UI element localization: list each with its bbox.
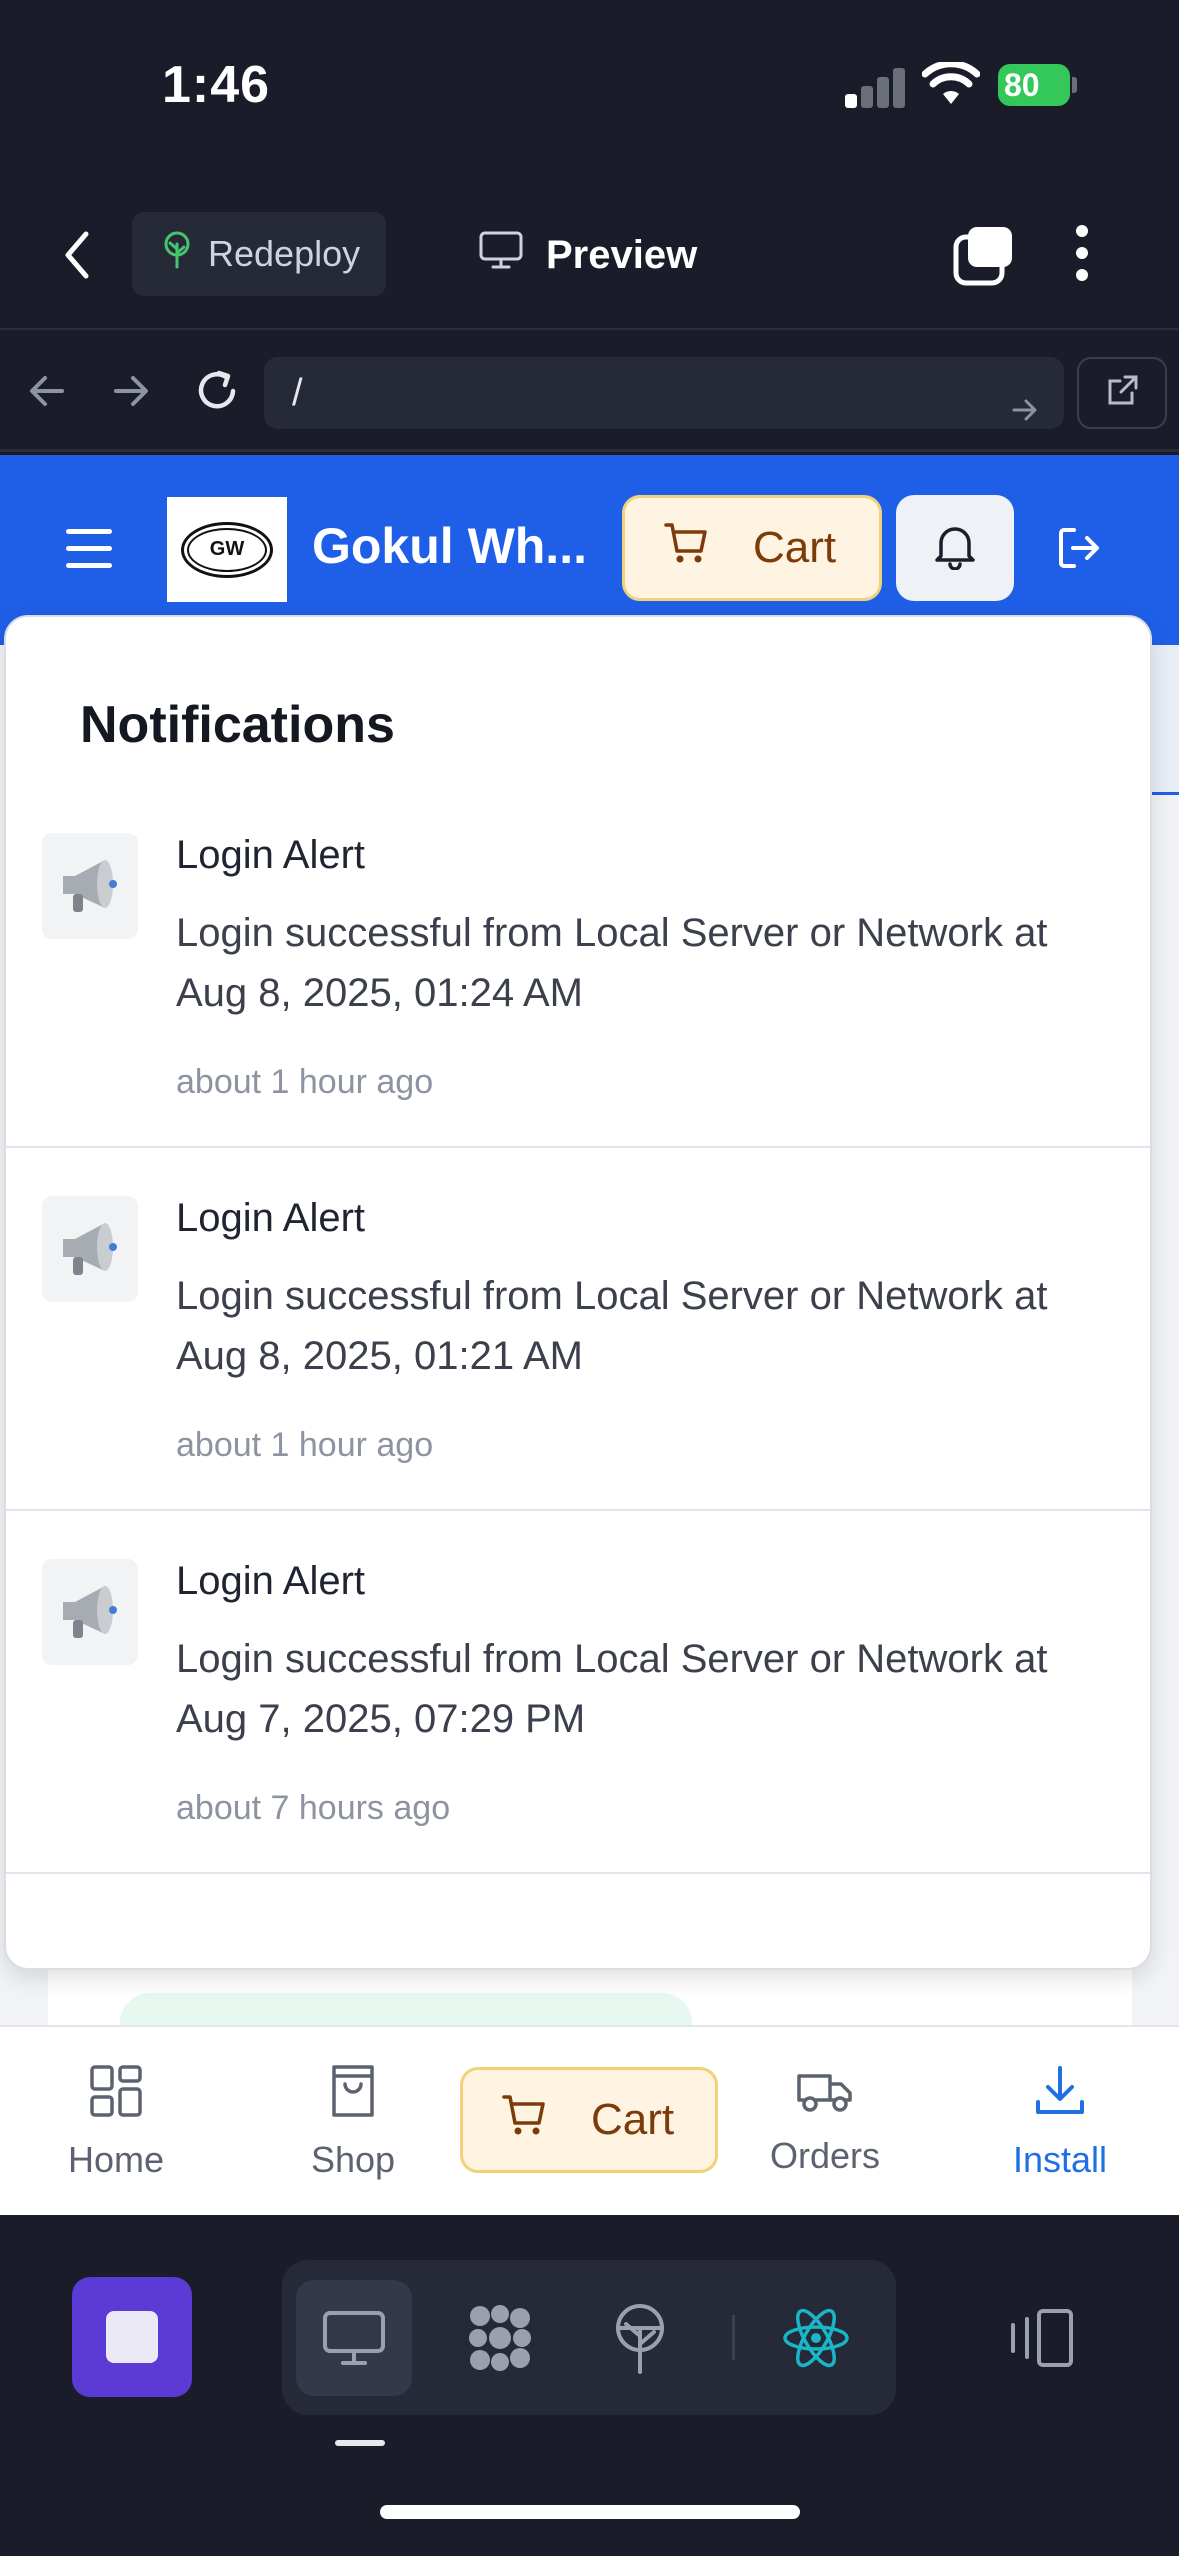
cellular-signal-icon	[845, 66, 907, 108]
nav-install-label: Install	[1012, 2138, 1108, 2180]
megaphone-icon	[42, 833, 138, 939]
site-logo[interactable]: GW	[167, 497, 287, 602]
more-vertical-icon[interactable]	[1072, 223, 1092, 288]
store-icon	[326, 2064, 380, 2127]
megaphone-icon	[42, 1559, 138, 1665]
desktop-view-icon[interactable]	[296, 2280, 412, 2396]
monitor-icon	[478, 230, 524, 280]
preview-button[interactable]: Preview	[478, 215, 697, 295]
cart-icon	[501, 2093, 547, 2148]
nav-home-label: Home	[67, 2138, 165, 2180]
page-content-edge	[1150, 645, 1179, 795]
browser-url-row: /	[0, 332, 1179, 452]
redeploy-label: Redeploy	[208, 233, 361, 274]
notifications-heading: Notifications	[80, 696, 395, 754]
battery-level: 80	[998, 64, 1070, 106]
battery-icon: 80	[998, 62, 1078, 108]
notification-item[interactable]: Login Alert Login successful from Local …	[6, 1148, 1150, 1511]
logout-icon[interactable]	[1056, 525, 1102, 576]
grid-icon	[89, 2064, 143, 2127]
redeploy-button[interactable]: Redeploy	[132, 212, 386, 296]
home-indicator	[380, 2505, 800, 2519]
stop-icon	[106, 2311, 158, 2363]
react-icon[interactable]	[758, 2280, 874, 2396]
deploy-tree-icon	[160, 231, 194, 278]
header-cart-label: Cart	[753, 523, 837, 572]
bell-icon	[933, 522, 977, 575]
notification-time: about 7 hours ago	[176, 1789, 451, 1827]
wifi-icon	[921, 60, 981, 111]
cart-icon	[663, 521, 709, 576]
open-external-button[interactable]	[1077, 357, 1167, 429]
nav-home[interactable]: Home	[48, 2027, 184, 2215]
url-text: /	[292, 372, 303, 414]
stop-button[interactable]	[72, 2277, 192, 2397]
download-icon	[1033, 2064, 1087, 2127]
notification-message: Login successful from Local Server or Ne…	[176, 1637, 1048, 1741]
nav-shop[interactable]: Shop	[290, 2027, 416, 2215]
reload-icon[interactable]	[192, 366, 242, 421]
notification-time: about 1 hour ago	[176, 1426, 434, 1464]
site-title: Gokul Wh...	[312, 518, 587, 574]
browser-back-icon[interactable]	[26, 370, 68, 417]
notifications-button[interactable]	[896, 495, 1014, 601]
device-layout-icon[interactable]	[1005, 2307, 1077, 2374]
status-time: 1:46	[162, 56, 271, 114]
notification-message: Login successful from Local Server or Ne…	[176, 911, 1048, 1015]
notification-title: Login Alert	[176, 833, 366, 877]
url-input[interactable]: /	[264, 357, 1064, 429]
web-content: GW Gokul Wh... Cart Notifications Login …	[0, 455, 1179, 2215]
tabs-icon[interactable]	[952, 223, 1016, 292]
nav-orders-label: Orders	[769, 2134, 881, 2176]
logo-text: GW	[187, 527, 267, 572]
app-top-bar: Redeploy Preview	[0, 175, 1179, 330]
modules-icon[interactable]	[442, 2280, 558, 2396]
toolbar-divider	[732, 2315, 735, 2360]
nav-shop-label: Shop	[310, 2138, 396, 2180]
megaphone-icon	[42, 1196, 138, 1302]
external-link-icon	[1104, 373, 1140, 414]
view-switcher	[282, 2260, 896, 2415]
status-bar: 1:46 80	[0, 0, 1179, 175]
app-bottom-toolbar	[0, 2215, 1179, 2556]
nav-install[interactable]: Install	[996, 2027, 1124, 2215]
nav-orders[interactable]: Orders	[752, 2027, 898, 2215]
notification-item[interactable]: Login Alert Login successful from Local …	[6, 785, 1150, 1148]
header-cart-button[interactable]: Cart	[622, 495, 882, 601]
site-bottom-nav: Home Shop Cart Orders Install	[0, 2025, 1179, 2215]
truck-icon	[796, 2068, 854, 2123]
url-go-icon[interactable]	[1010, 377, 1040, 449]
nav-cart-label: Cart	[591, 2095, 675, 2144]
menu-icon[interactable]	[66, 529, 112, 580]
preview-label: Preview	[546, 232, 698, 277]
notification-title: Login Alert	[176, 1196, 366, 1240]
notification-item[interactable]: Login Alert Login successful from Local …	[6, 1511, 1150, 1874]
back-chevron-icon[interactable]	[62, 230, 92, 285]
deploy-icon[interactable]	[582, 2280, 698, 2396]
browser-forward-icon[interactable]	[110, 370, 152, 417]
nav-cart-button[interactable]: Cart	[460, 2067, 718, 2173]
notification-message: Login successful from Local Server or Ne…	[176, 1274, 1048, 1378]
notification-time: about 1 hour ago	[176, 1063, 434, 1101]
active-view-indicator	[335, 2440, 385, 2446]
notification-title: Login Alert	[176, 1559, 366, 1603]
notifications-dropdown: Notifications Login Alert Login successf…	[4, 615, 1152, 1970]
